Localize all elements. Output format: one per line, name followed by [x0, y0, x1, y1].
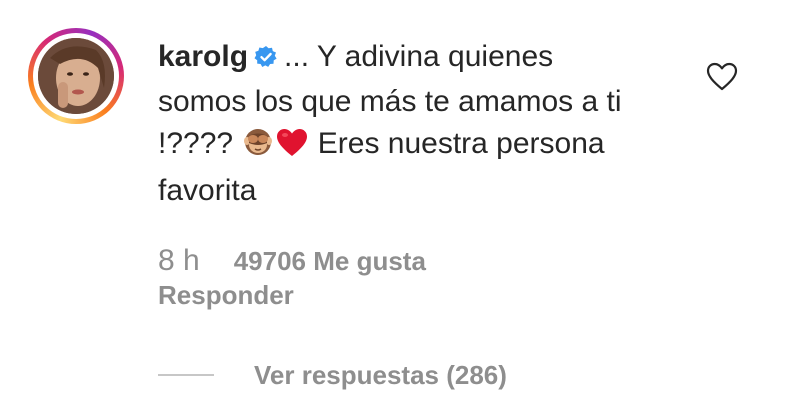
- avatar-gap: [33, 33, 119, 119]
- replies-divider: [158, 374, 214, 376]
- see-no-evil-monkey-icon: [242, 126, 274, 170]
- heart-outline-icon: [706, 62, 738, 91]
- verified-badge-icon: [254, 39, 278, 81]
- comment-meta: 8 h 49706 Me gusta: [158, 244, 426, 278]
- view-replies-row: Ver respuestas (286): [158, 358, 507, 392]
- comment-like-count[interactable]: 49706 Me gusta: [234, 246, 426, 276]
- comment-timestamp[interactable]: 8 h: [158, 244, 200, 277]
- avatar-story-ring[interactable]: [28, 28, 124, 124]
- avatar-photo: [38, 38, 114, 114]
- view-replies-button[interactable]: Ver respuestas (286): [254, 360, 507, 391]
- avatar[interactable]: [38, 38, 114, 114]
- like-comment-button[interactable]: [706, 62, 738, 92]
- red-heart-icon: [276, 128, 308, 170]
- comment-body: karolg ... Y adivina quienes somos los q…: [158, 36, 628, 212]
- comment-username[interactable]: karolg: [158, 40, 248, 73]
- reply-button[interactable]: Responder: [158, 280, 294, 311]
